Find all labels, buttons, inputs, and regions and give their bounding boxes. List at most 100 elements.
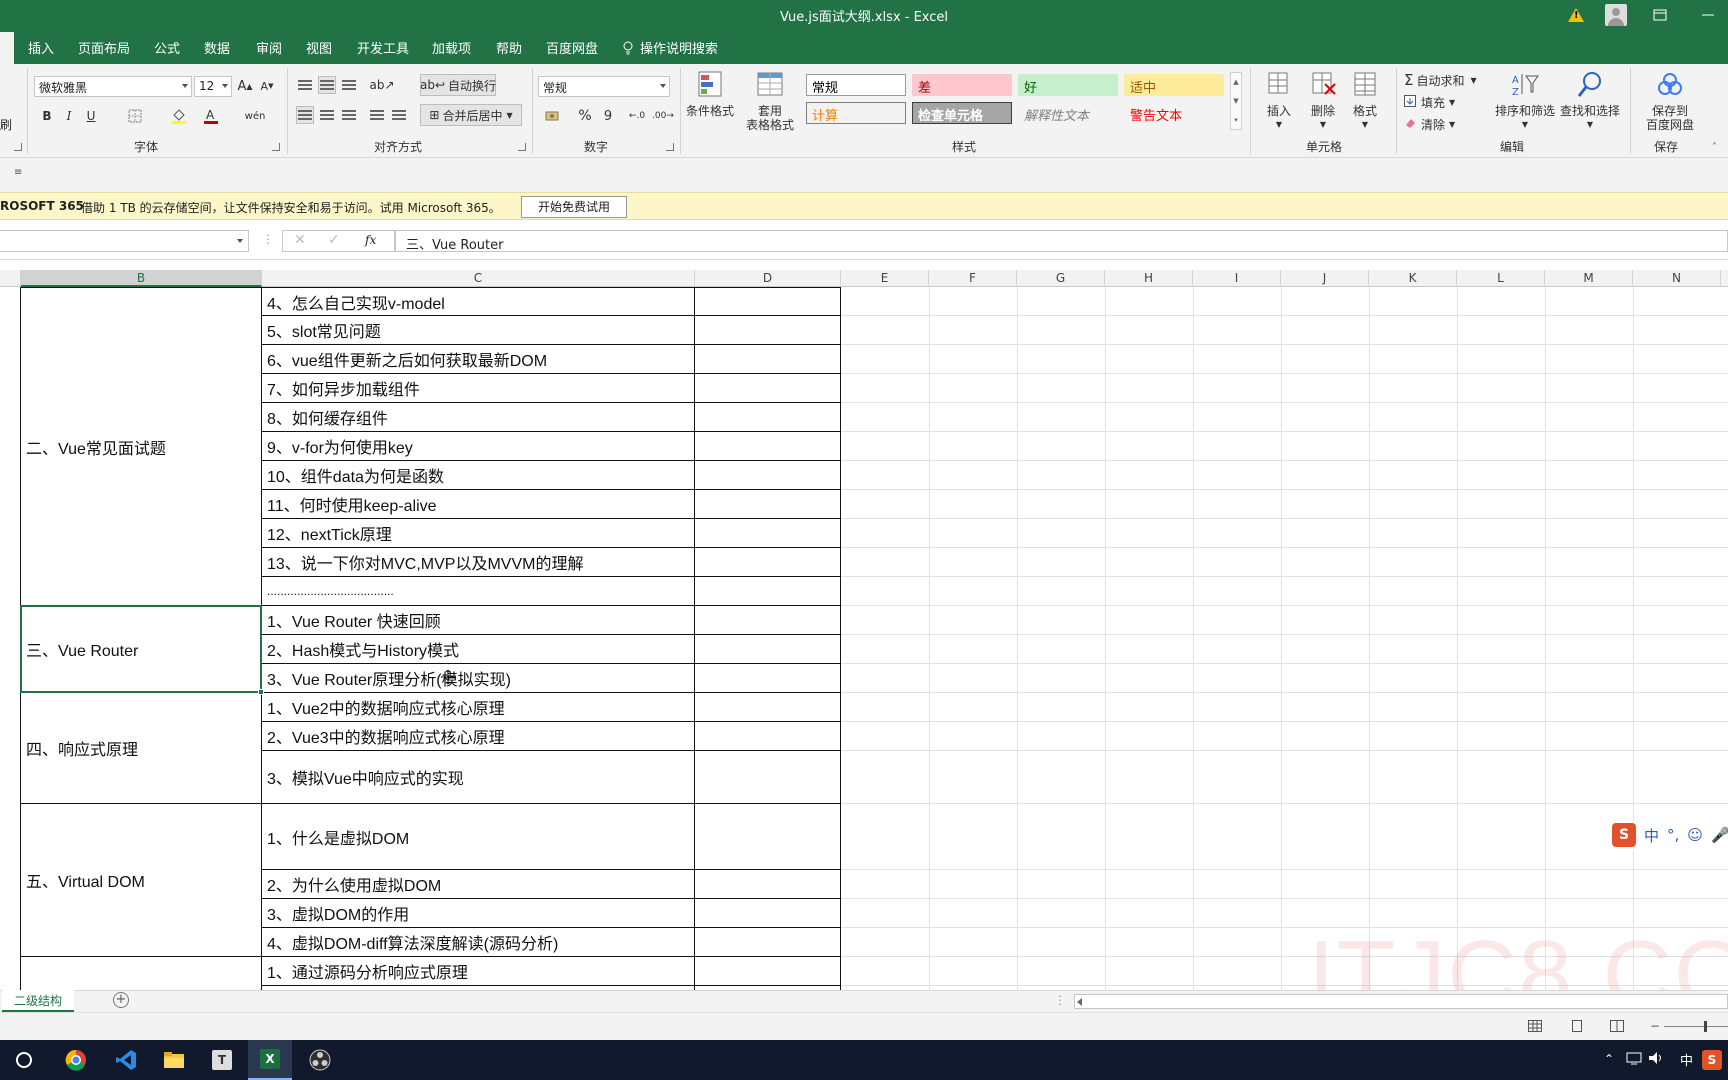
format-painter-stub[interactable]: 刷	[0, 116, 12, 133]
tab-home-active[interactable]	[0, 32, 14, 64]
ribbon-display-options-icon[interactable]	[1640, 0, 1680, 30]
add-sheet-icon[interactable]: +	[113, 992, 129, 1008]
style-check-cell[interactable]: 检查单元格	[912, 102, 1012, 124]
ime-indicator[interactable]: 中	[1680, 1050, 1693, 1069]
volume-icon[interactable]	[1648, 1051, 1664, 1068]
format-as-table-button[interactable]: 套用 表格格式	[744, 68, 796, 136]
page-break-view-icon[interactable]	[1610, 1020, 1624, 1035]
excel-taskbar-icon[interactable]: X	[248, 1040, 292, 1080]
style-explanatory-text[interactable]: 解释性文本	[1018, 102, 1118, 124]
zoom-out-icon[interactable]: −	[1650, 1019, 1660, 1033]
file-explorer-icon[interactable]	[152, 1040, 196, 1080]
horizontal-scrollbar[interactable]	[1074, 994, 1728, 1009]
cell-c-row[interactable]: 4、怎么自己实现v-model	[262, 288, 694, 315]
bold-button[interactable]: B	[38, 106, 56, 126]
vscode-icon[interactable]	[104, 1040, 148, 1080]
select-all-corner[interactable]	[0, 270, 21, 287]
cell-c-row[interactable]: 12、nextTick原理	[262, 519, 694, 547]
start-trial-button[interactable]: 开始免费试用	[521, 196, 627, 218]
delete-cells-button[interactable]: 删除 ▼	[1300, 68, 1346, 136]
align-middle-icon[interactable]	[318, 76, 336, 94]
cell-c-row[interactable]: 2、为什么使用虚拟DOM	[262, 870, 694, 898]
cell-c-row[interactable]: 2、Hash模式与History模式	[262, 635, 694, 663]
cell-c-row[interactable]: 5、slot常见问题	[262, 316, 694, 344]
cell-c-row[interactable]: 1、Vue2中的数据响应式核心原理	[262, 693, 694, 721]
cell-c-row[interactable]: 6、vue组件更新之后如何获取最新DOM	[262, 345, 694, 373]
font-size-select[interactable]: 12	[194, 76, 232, 97]
cell-c-row[interactable]: ......................................	[262, 577, 694, 605]
align-left-icon[interactable]	[296, 106, 314, 124]
cell-c-row[interactable]: 3、模拟Vue中响应式的实现	[262, 751, 694, 803]
name-box[interactable]	[0, 230, 249, 252]
column-header-h[interactable]: H	[1105, 270, 1193, 287]
increase-font-icon[interactable]: A ▲	[236, 76, 254, 96]
cell-c-row[interactable]: 1、什么是虚拟DOM	[262, 804, 694, 869]
cell-c-row[interactable]: 11、何时使用keep-alive	[262, 490, 694, 518]
zoom-slider-thumb[interactable]	[1704, 1021, 1707, 1032]
sort-filter-button[interactable]: AZ 排序和筛选 ▼	[1494, 68, 1556, 136]
insert-cells-button[interactable]: 插入 ▼	[1256, 68, 1302, 136]
font-color-icon[interactable]: A	[200, 106, 222, 126]
cell-c-row[interactable]: 7、如何异步加载组件	[262, 374, 694, 402]
increase-indent-icon[interactable]	[390, 106, 408, 124]
sheet-splitter-icon[interactable]: ⋮	[1054, 993, 1066, 1007]
column-header-c[interactable]: C	[262, 270, 695, 287]
underline-button[interactable]: U	[82, 106, 100, 126]
customize-qat-icon[interactable]: ≡	[14, 167, 22, 178]
enter-check-icon[interactable]: ✓	[328, 232, 340, 248]
minimize-button[interactable]	[1688, 0, 1728, 30]
tab-baidu-netdisk[interactable]: 百度网盘	[546, 38, 598, 57]
page-layout-view-icon[interactable]	[1570, 1020, 1584, 1035]
tab-page-layout[interactable]: 页面布局	[78, 38, 130, 57]
comma-button[interactable]: 9	[600, 106, 616, 126]
style-warning-text[interactable]: 警告文本	[1124, 102, 1224, 124]
typora-icon[interactable]: T	[200, 1040, 244, 1080]
search-circle-icon[interactable]	[2, 1040, 46, 1080]
warning-icon[interactable]	[1556, 0, 1596, 30]
cell-b-group-virtual-dom[interactable]: 五、Virtual DOM	[21, 804, 261, 956]
tab-view[interactable]: 视图	[306, 38, 332, 57]
font-launcher-icon[interactable]	[272, 143, 280, 151]
cell-c-row[interactable]: 2、Vue3中的数据响应式核心原理	[262, 722, 694, 750]
ime-punctuation[interactable]: °,	[1667, 826, 1679, 844]
number-launcher-icon[interactable]	[666, 143, 674, 151]
collapse-ribbon-icon[interactable]: ˄	[1712, 142, 1717, 153]
tab-insert[interactable]: 插入	[28, 38, 54, 57]
tab-review[interactable]: 审阅	[256, 38, 282, 57]
number-format-select[interactable]: 常规	[538, 76, 670, 97]
sogou-ime-icon[interactable]: S	[1612, 823, 1636, 847]
decrease-indent-icon[interactable]	[368, 106, 386, 124]
cell-c-row[interactable]: 1、Vue Router 快速回顾	[262, 606, 694, 634]
chrome-icon[interactable]	[54, 1040, 98, 1080]
normal-view-icon[interactable]	[1528, 1020, 1542, 1035]
style-calculation[interactable]: 计算	[806, 102, 906, 124]
increase-decimal-icon[interactable]: ←.0	[626, 106, 648, 126]
tab-addins[interactable]: 加载项	[432, 38, 471, 57]
column-header-j[interactable]: J	[1281, 270, 1369, 287]
cell-c-row[interactable]: 10、组件data为何是函数	[262, 461, 694, 489]
format-cells-button[interactable]: 格式 ▼	[1342, 68, 1388, 136]
column-header-i[interactable]: I	[1193, 270, 1281, 287]
clear-button[interactable]: 清除 ▼	[1404, 114, 1455, 134]
cell-c-row[interactable]: 1、通过源码分析响应式原理	[262, 957, 694, 985]
cell-b-group-vue-questions[interactable]: 二、Vue常见面试题	[21, 288, 261, 605]
tab-developer[interactable]: 开发工具	[357, 38, 409, 57]
align-bottom-icon[interactable]	[340, 76, 358, 94]
decrease-font-icon[interactable]: A ▼	[258, 76, 276, 96]
find-select-button[interactable]: 查找和选择 ▼	[1558, 68, 1622, 136]
cell-c-row[interactable]: 3、虚拟DOM的作用	[262, 899, 694, 927]
fill-button[interactable]: 填充 ▼	[1404, 92, 1455, 112]
obs-icon[interactable]	[298, 1040, 342, 1080]
autosum-button[interactable]: Σ 自动求和 ▼	[1404, 70, 1477, 90]
clipboard-launcher-icon[interactable]	[14, 143, 22, 151]
style-good[interactable]: 好	[1018, 74, 1118, 96]
zoom-slider[interactable]	[1664, 1021, 1728, 1032]
column-header-e[interactable]: E	[841, 270, 929, 287]
column-header-b[interactable]: B	[21, 270, 262, 287]
cell-c-row[interactable]: 4、虚拟DOM-diff算法深度解读(源码分析)	[262, 928, 694, 956]
cancel-icon[interactable]: ✕	[294, 232, 306, 248]
sogou-tray-icon[interactable]: S	[1702, 1050, 1722, 1070]
italic-button[interactable]: I	[60, 106, 78, 126]
align-top-icon[interactable]	[296, 76, 314, 94]
column-header-m[interactable]: M	[1545, 270, 1633, 287]
